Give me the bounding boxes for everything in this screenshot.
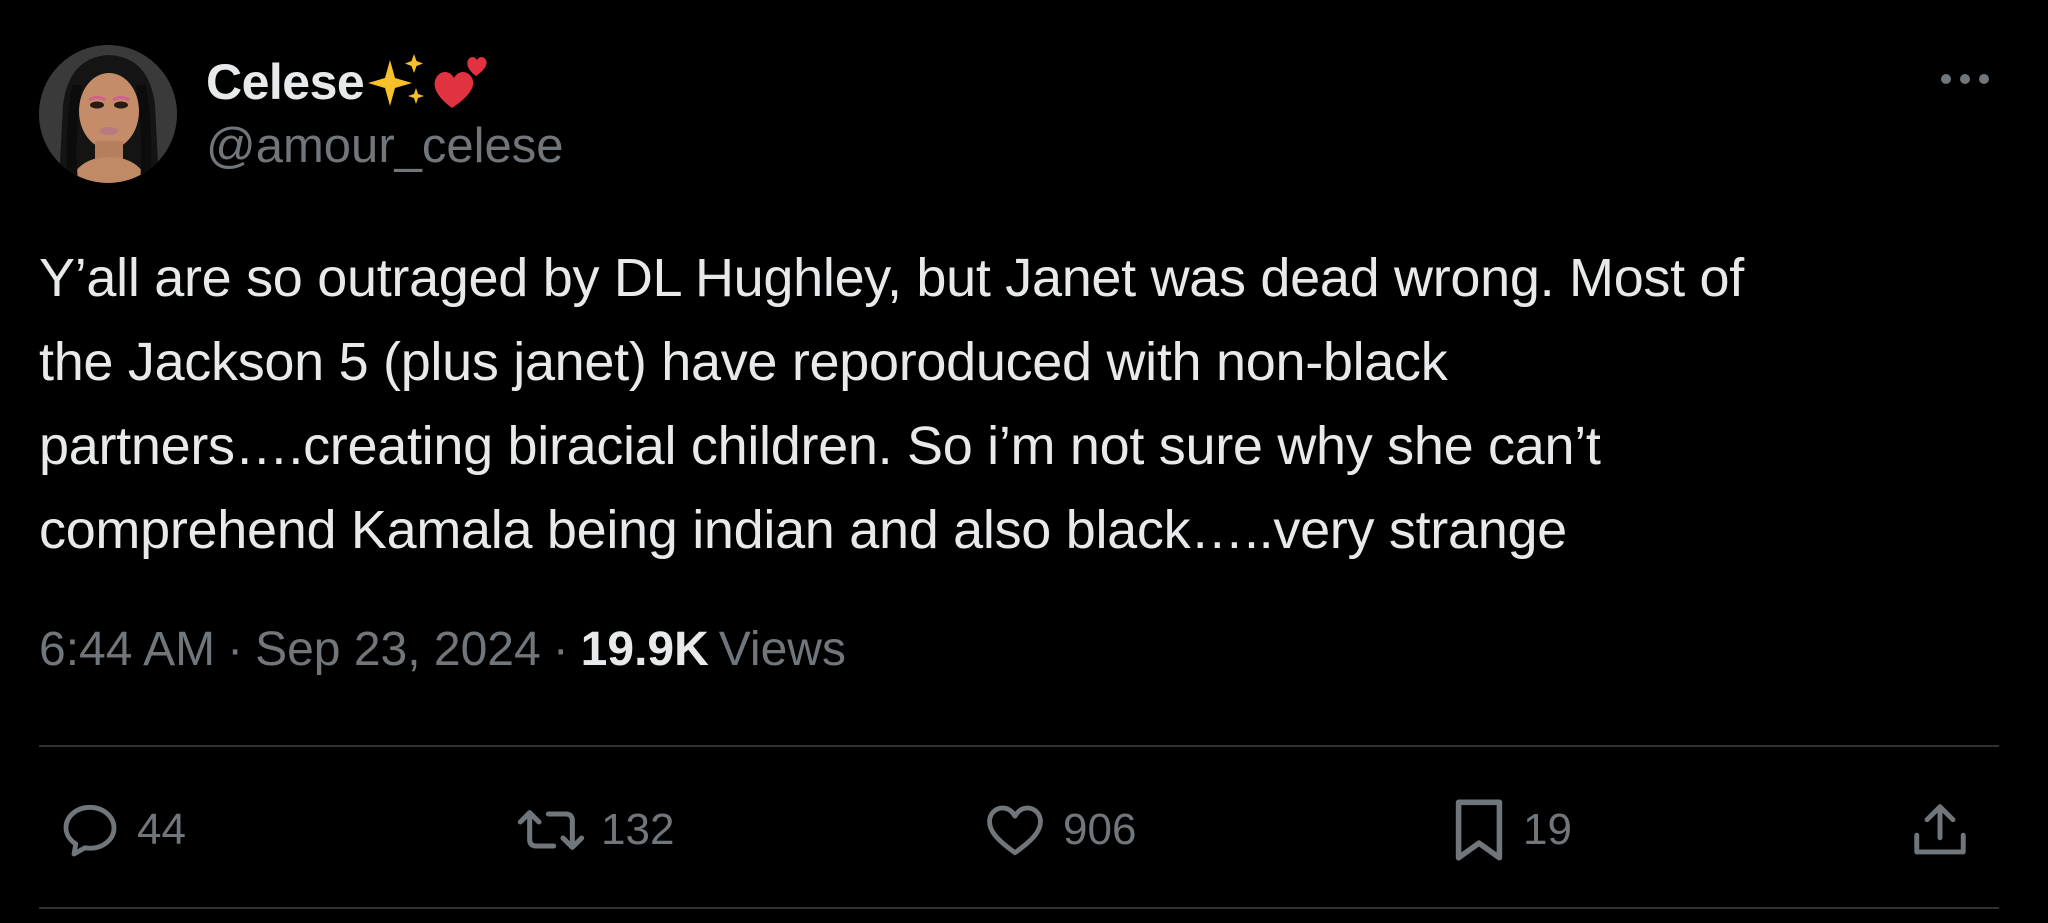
views-label: Views <box>718 623 846 676</box>
repost-button[interactable]: 132 <box>515 790 674 870</box>
tweet-date[interactable]: Sep 23, 2024 <box>255 622 541 677</box>
bookmark-count: 19 <box>1523 805 1572 854</box>
repost-icon <box>517 810 585 850</box>
meta-separator: · <box>227 623 244 676</box>
heart-icon <box>987 805 1043 856</box>
reply-count: 44 <box>137 805 186 854</box>
more-horizontal-icon <box>1941 74 1989 84</box>
profile-photo <box>39 45 177 183</box>
divider <box>39 907 1999 909</box>
more-options-button[interactable] <box>1938 62 1992 96</box>
tweet-time[interactable]: 6:44 AM <box>39 622 215 677</box>
like-button[interactable]: 906 <box>981 790 1136 870</box>
bookmark-button[interactable]: 19 <box>1449 790 1572 870</box>
tweet-text: Y’all are so outraged by DL Hughley, but… <box>39 248 1744 560</box>
action-bar: 44 132 906 19 <box>39 790 1999 870</box>
views-count[interactable]: 19.9K <box>581 622 709 677</box>
tweet-meta: 6:44 AM · Sep 23, 2024 · 19.9K Views <box>39 622 846 677</box>
name-row: Celese <box>206 50 564 114</box>
bookmark-icon <box>1455 799 1503 861</box>
reply-icon <box>63 804 117 857</box>
sparkles-emoji-icon <box>368 52 428 113</box>
avatar[interactable] <box>39 45 177 183</box>
user-handle[interactable]: @amour_celese <box>206 118 564 174</box>
tweet-card: Celese @amour_celese Y’all are so outrag… <box>0 0 2048 923</box>
user-info: Celese @amour_celese <box>206 50 564 174</box>
repost-count: 132 <box>601 805 675 854</box>
like-count: 906 <box>1063 805 1137 854</box>
two-hearts-emoji-icon <box>432 50 494 115</box>
meta-separator: · <box>552 623 569 676</box>
display-name[interactable]: Celese <box>206 53 365 111</box>
reply-button[interactable]: 44 <box>57 790 186 870</box>
share-button[interactable] <box>1909 790 1971 870</box>
share-icon <box>1914 804 1966 855</box>
divider <box>39 745 1999 747</box>
